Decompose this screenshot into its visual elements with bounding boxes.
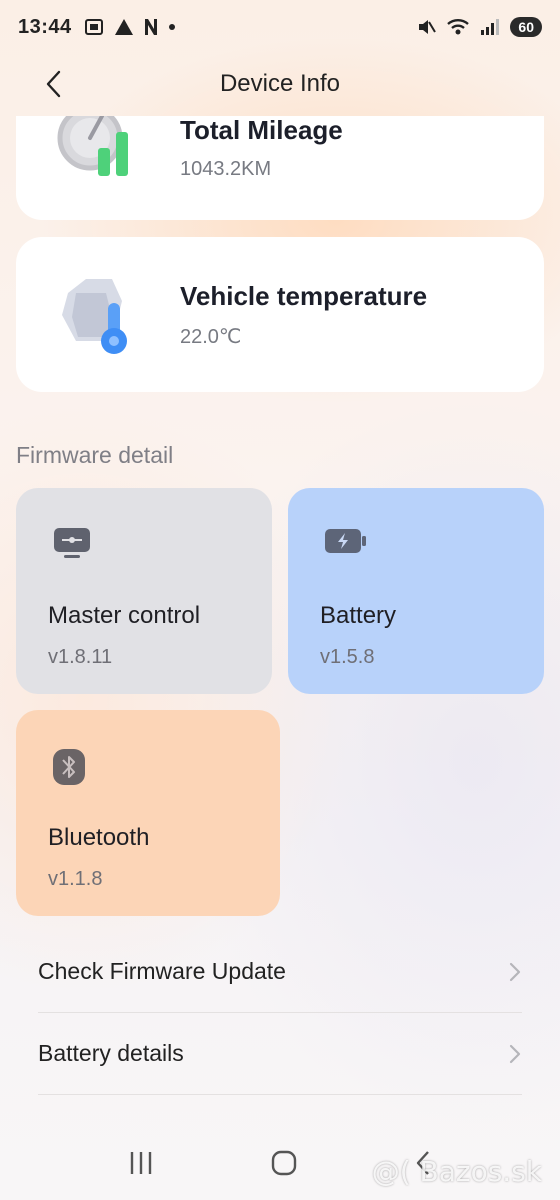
temperature-card: Vehicle temperature 22.0℃ [16, 237, 544, 392]
battery-level-badge: 60 [510, 17, 542, 37]
battery-icon [325, 529, 366, 553]
temperature-title: Vehicle temperature [180, 280, 428, 311]
bluetooth-icon [53, 749, 85, 785]
firmware-card-bluetooth[interactable]: Bluetooth v1.1.8 [16, 710, 280, 916]
mileage-title: Total Mileage [180, 116, 343, 145]
screenshot-icon [84, 19, 103, 35]
row-label: Battery details [38, 1040, 184, 1066]
firmware-version: v1.5.8 [320, 646, 375, 668]
firmware-name: Battery [320, 602, 397, 629]
firmware-version: v1.1.8 [48, 868, 103, 890]
status-time: 13:44 [18, 15, 72, 38]
mute-icon [419, 20, 437, 34]
thermometer-icon [16, 237, 180, 392]
row-label: Check Firmware Update [38, 958, 286, 984]
back-button[interactable] [36, 66, 72, 102]
check-firmware-update-row[interactable]: Check Firmware Update [38, 931, 522, 1013]
temperature-text-group: Vehicle temperature 22.0℃ [180, 281, 427, 349]
home-button[interactable] [270, 1149, 298, 1182]
firmware-card-battery[interactable]: Battery v1.5.8 [288, 488, 544, 694]
mileage-value: 1043.2KM [180, 158, 272, 180]
home-icon [271, 1150, 297, 1175]
firmware-card-master-control[interactable]: Master control v1.8.11 [16, 488, 272, 694]
status-bar: 13:44 60 [0, 0, 560, 54]
recents-icon [131, 1151, 152, 1174]
speedometer-icon [16, 116, 180, 220]
dot-icon [168, 24, 175, 30]
firmware-name: Bluetooth [48, 824, 150, 851]
chevron-left-icon [46, 70, 61, 98]
mileage-text-group: Total Mileage 1043.2KM [180, 116, 343, 181]
status-notification-icons [84, 18, 176, 36]
watermark-text: @( Bazos.sk [371, 1155, 542, 1188]
chevron-right-icon [509, 1044, 521, 1063]
firmware-section-label: Firmware detail [16, 442, 174, 468]
n-app-icon [144, 19, 157, 35]
wifi-icon [447, 19, 470, 35]
temperature-value: 22.0℃ [180, 325, 242, 348]
signal-icon [481, 19, 500, 35]
firmware-version: v1.8.11 [48, 646, 113, 668]
battery-details-row[interactable]: Battery details [38, 1013, 522, 1095]
monitor-icon [54, 528, 90, 558]
status-system-icons: 60 [416, 17, 542, 37]
page-title: Device Info [219, 70, 341, 97]
warning-triangle-icon [114, 19, 133, 35]
content-scroll-area[interactable]: Total Mileage 1043.2KM Vehicle temperatu… [0, 116, 560, 1140]
chevron-right-icon [509, 962, 521, 981]
recent-apps-button[interactable] [127, 1150, 155, 1181]
mileage-card: Total Mileage 1043.2KM [16, 116, 544, 220]
app-header: Device Info [0, 54, 560, 114]
firmware-name: Master control [48, 602, 201, 629]
